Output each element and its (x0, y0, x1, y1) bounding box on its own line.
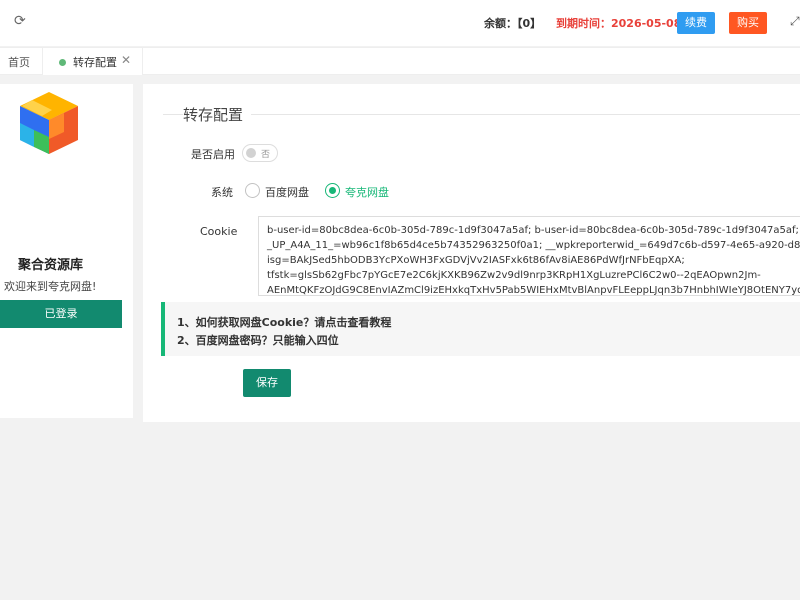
radio-quark-label[interactable]: 夸克网盘 (345, 184, 389, 200)
expand-icon[interactable]: ⤢ (790, 14, 800, 29)
close-icon[interactable]: ✕ (121, 53, 131, 67)
tab-home[interactable]: 首页 (8, 54, 30, 70)
cookie-textarea[interactable]: b-user-id=80bc8dea-6c0b-305d-789c-1d9f30… (258, 216, 800, 296)
logged-in-button[interactable]: 已登录 (0, 300, 122, 328)
active-dot-icon (59, 59, 66, 66)
cookie-label: Cookie (200, 225, 238, 238)
section-title: 转存配置 (183, 106, 244, 124)
tip-baidu-password: 2、百度网盘密码？只能输入四位 (177, 334, 339, 347)
top-header: ⟳ 余额：【0】 到期时间：2026-05-08 续费 购买 ⤢ (0, 0, 800, 46)
renew-button[interactable]: 续费 (677, 12, 715, 34)
tip-cookie-tutorial[interactable]: 1、如何获取网盘Cookie？请点击查看教程 (177, 314, 391, 330)
toggle-text: 否 (261, 150, 271, 160)
config-panel: 转存配置 是否启用 否 系统 百度网盘 夸克网盘 Cookie b-user-i… (143, 84, 800, 422)
save-button[interactable]: 保存 (243, 369, 291, 397)
system-label: 系统 (211, 186, 233, 199)
user-card: 聚合资源库 欢迎来到夸克网盘! 已登录 (0, 84, 133, 418)
tab-bar: 首页 转存配置 ✕ (0, 47, 800, 75)
divider (251, 114, 800, 115)
enable-label: 是否启用 (191, 148, 235, 161)
radio-quark[interactable] (325, 183, 340, 198)
toggle-knob (246, 148, 256, 158)
tab-transfer-config[interactable]: 转存配置 ✕ (43, 48, 143, 75)
radio-baidu[interactable] (245, 183, 260, 198)
brand-name: 聚合资源库 (18, 258, 84, 273)
cube-logo-icon (20, 92, 78, 154)
welcome-text: 欢迎来到夸克网盘! (4, 280, 97, 293)
refresh-icon[interactable]: ⟳ (14, 14, 28, 28)
radio-baidu-label[interactable]: 百度网盘 (265, 184, 309, 200)
expire-date-text: 到期时间：2026-05-08 (556, 17, 682, 30)
buy-button[interactable]: 购买 (729, 12, 767, 34)
enable-toggle[interactable]: 否 (242, 144, 278, 162)
divider (163, 114, 183, 115)
tab-label: 转存配置 (73, 56, 117, 69)
help-tips: 1、如何获取网盘Cookie？请点击查看教程 2、百度网盘密码？只能输入四位 (161, 302, 800, 356)
balance-text: 余额：【0】 (484, 17, 542, 30)
